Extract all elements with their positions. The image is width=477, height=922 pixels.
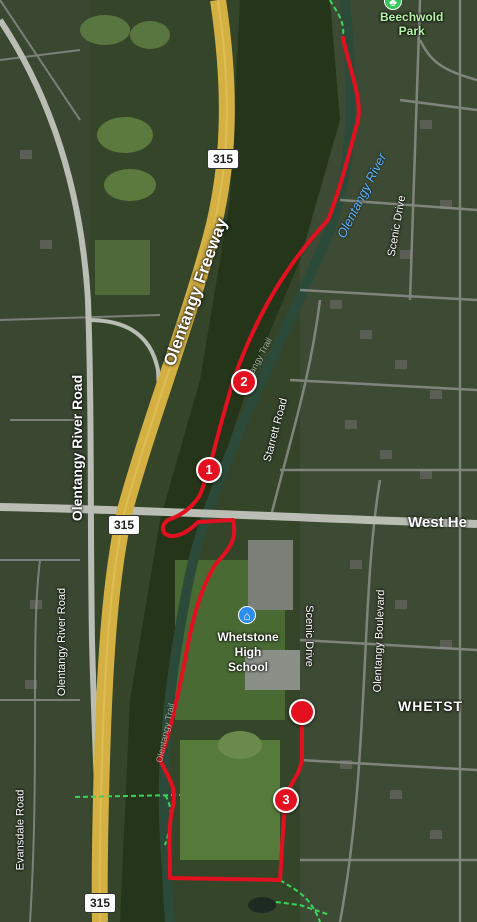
- route-end-marker[interactable]: [289, 699, 315, 725]
- west-henderson-label: West He: [408, 514, 467, 531]
- evansdale-road-label: Evansdale Road: [14, 789, 27, 871]
- route-315-shield-middle: 315: [108, 515, 140, 535]
- map-view[interactable]: Olentangy Freeway Olentangy River Olenta…: [0, 0, 477, 922]
- route-315-shield-bottom: 315: [84, 893, 116, 913]
- olentangy-river-road-label: Olentangy River Road: [69, 374, 86, 522]
- route-marker-1[interactable]: 1: [196, 457, 222, 483]
- route-315-shield-top: 315: [207, 149, 239, 169]
- school-icon[interactable]: ⌂: [238, 606, 256, 624]
- beechwold-park-label[interactable]: Beechwold Park: [380, 10, 443, 38]
- route-marker-3[interactable]: 3: [273, 787, 299, 813]
- route-marker-2[interactable]: 2: [231, 369, 257, 395]
- olentangy-river-road-small-label: Olentangy River Road: [56, 587, 69, 697]
- whetstone-area-label: WHETST: [398, 698, 464, 714]
- scenic-drive-south-label: Scenic Drive: [302, 605, 315, 667]
- whetstone-high-school-label[interactable]: Whetstone High School: [211, 630, 285, 675]
